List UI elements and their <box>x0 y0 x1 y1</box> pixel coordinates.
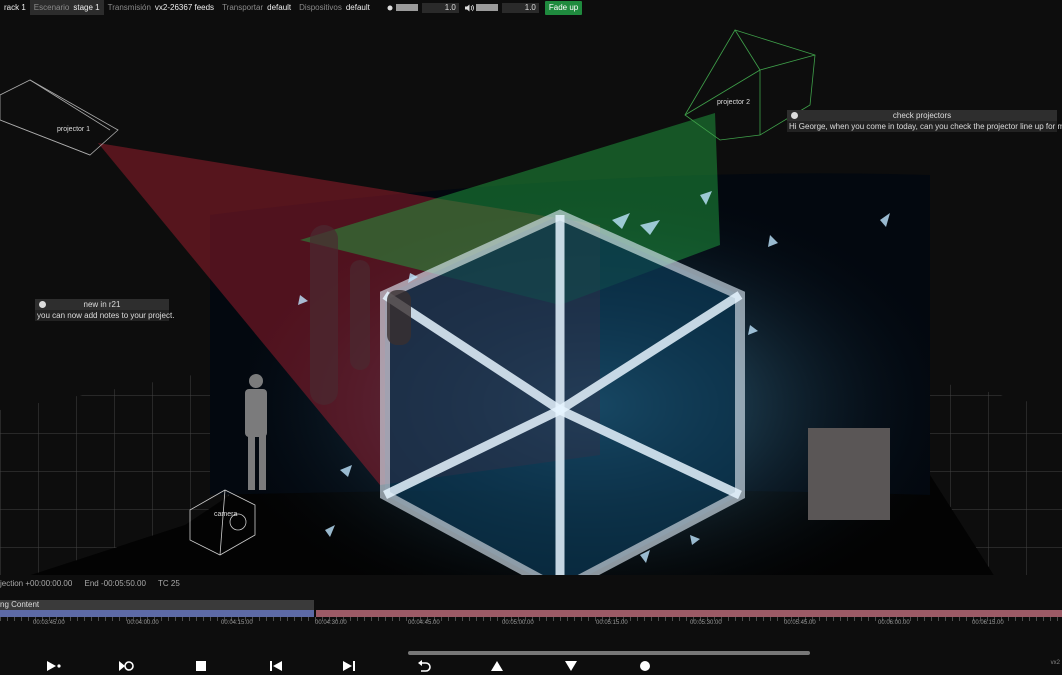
timecode-tick: 00:04:45.00 <box>408 620 440 626</box>
note-body: you can now add notes to your project. <box>35 310 175 321</box>
timecode-tick: 00:05:00.00 <box>502 620 534 626</box>
note-icon <box>791 112 798 119</box>
pillar <box>350 260 370 370</box>
triangle-down-icon <box>565 661 577 671</box>
triangle-up-icon <box>491 661 503 671</box>
timecode-tick: 00:06:15.00 <box>972 620 1004 626</box>
volume-value[interactable]: 1.0 <box>501 2 539 13</box>
loop-button[interactable] <box>118 659 134 673</box>
volume-icon <box>464 4 474 11</box>
note-new-in-r21[interactable]: new in r21 you can now add notes to your… <box>35 299 175 321</box>
timecode-tick: 00:06:00.00 <box>878 620 910 626</box>
timecode-rate: TC 25 <box>157 579 180 588</box>
transport-selector[interactable]: Transportar default <box>218 0 295 15</box>
layer-label[interactable]: ng Content <box>0 600 314 610</box>
note-title: check projectors <box>892 111 952 120</box>
note-title: new in r21 <box>83 300 121 309</box>
clip-next[interactable] <box>316 610 1062 617</box>
record-button[interactable] <box>637 659 653 673</box>
fade-up-button[interactable]: Fade up <box>544 0 583 15</box>
timecode-tick: 00:04:15.00 <box>221 620 253 626</box>
move-down-button[interactable] <box>563 659 579 673</box>
previous-button[interactable] <box>268 659 284 673</box>
projector-1-label[interactable]: projector 1 <box>57 126 90 133</box>
clip-current[interactable] <box>0 610 314 617</box>
timeline-info: jection +00:00:00.00 End -00:05:50.00 TC… <box>0 579 190 588</box>
record-icon <box>640 661 650 671</box>
play-icon <box>47 661 61 671</box>
cube-graphic <box>380 209 745 596</box>
volume-bar <box>475 4 498 11</box>
timecode-tick: 00:05:45.00 <box>784 620 816 626</box>
brightness-slider[interactable]: 1.0 <box>386 2 459 13</box>
version-label: vx2 <box>1050 660 1060 666</box>
note-check-projectors[interactable]: check projectors Hi George, when you com… <box>787 110 1062 132</box>
play-button[interactable] <box>45 659 61 673</box>
projection-time: jection +00:00:00.00 <box>0 579 73 588</box>
timecode-tick: 00:05:30.00 <box>690 620 722 626</box>
timeline[interactable]: ng Content 00:03:45.00 00:04:00.00 00:04… <box>0 600 1062 630</box>
pillar <box>387 290 411 345</box>
brightness-icon <box>387 5 393 10</box>
stage-selector[interactable]: Escenario stage 1 <box>29 0 104 15</box>
brightness-bar <box>395 4 418 11</box>
note-body: Hi George, when you come in today, can y… <box>787 121 1062 132</box>
brightness-value[interactable]: 1.0 <box>421 2 459 13</box>
transport-controls <box>0 657 1062 675</box>
track-selector[interactable]: rack 1 <box>0 0 30 15</box>
end-time: End -00:05:50.00 <box>84 579 146 588</box>
transmission-selector[interactable]: Transmisión vx2-26367 feeds <box>104 0 218 15</box>
skip-back-icon <box>270 661 282 671</box>
timeline-scrollbar[interactable] <box>408 651 810 655</box>
top-bar: rack 1 Escenario stage 1 Transmisión vx2-2… <box>0 0 1062 15</box>
timecode-tick: 00:03:45.00 <box>33 620 65 626</box>
timecode-tick: 00:04:30.00 <box>315 620 347 626</box>
loop-icon <box>119 661 134 671</box>
box-object <box>808 428 890 520</box>
pillar <box>310 225 338 405</box>
stop-icon <box>196 661 206 671</box>
timecode-tick: 00:04:00.00 <box>127 620 159 626</box>
stage-viewport[interactable]: projector 1 projector 2 camera check pro… <box>0 15 1062 596</box>
scene-render <box>0 29 1062 596</box>
devices-selector[interactable]: Dispositivos default <box>295 0 374 15</box>
note-icon <box>39 301 46 308</box>
volume-slider[interactable]: 1.0 <box>464 2 539 13</box>
move-up-button[interactable] <box>489 659 505 673</box>
undo-button[interactable] <box>416 659 432 673</box>
camera-label[interactable]: camera <box>214 511 237 518</box>
next-button[interactable] <box>341 659 357 673</box>
timecode-tick: 00:05:15.00 <box>596 620 628 626</box>
skip-forward-icon <box>343 661 355 671</box>
undo-icon <box>418 660 431 672</box>
stop-button[interactable] <box>193 659 209 673</box>
projector-2-label[interactable]: projector 2 <box>717 99 750 106</box>
